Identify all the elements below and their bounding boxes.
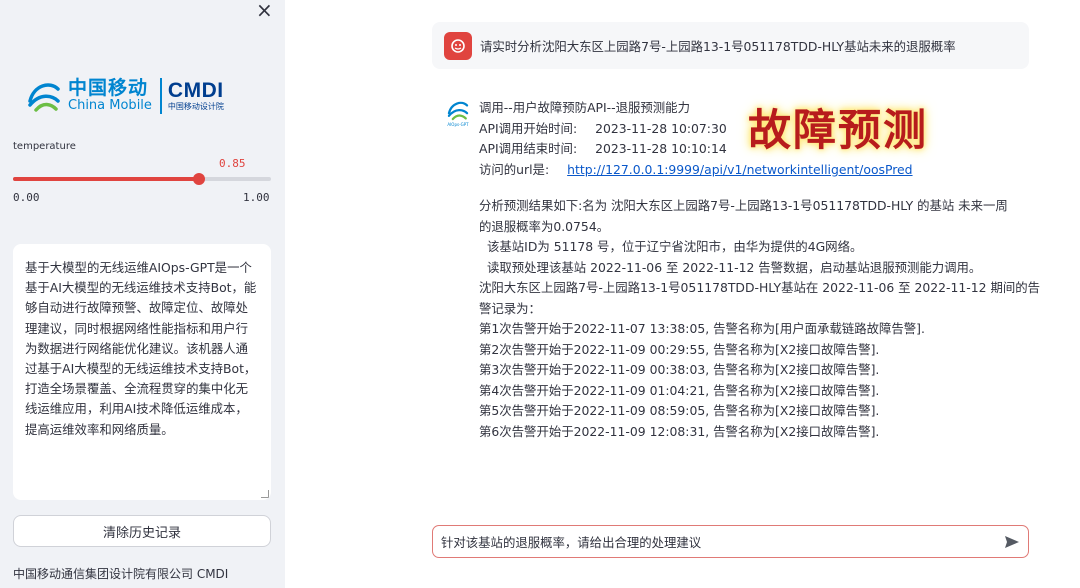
user-message-text: 请实时分析沈阳大东区上园路7号-上园路13-1号051178TDD-HLY基站未… [480, 38, 956, 54]
description-textarea[interactable]: 基于大模型的无线运维AIOps-GPT是一个基于AI大模型的无线运维技术支持Bo… [13, 244, 271, 500]
alarm-item: 第3次告警开始于2022-11-09 00:38:03, 告警名称为[X2接口故… [479, 362, 880, 377]
description-text: 基于大模型的无线运维AIOps-GPT是一个基于AI大模型的无线运维技术支持Bo… [25, 260, 257, 437]
bot-line-url: 访问的url是: http://127.0.0.1:9999/api/v1/net… [479, 160, 1039, 181]
clear-history-button[interactable]: 清除历史记录 [13, 515, 271, 547]
alarm-item: 第1次告警开始于2022-11-07 13:38:05, 告警名称为[用户面承载… [479, 321, 925, 336]
china-mobile-logo-icon [28, 83, 60, 112]
api-start-label: API调用开始时间: [479, 120, 578, 136]
logo-sub-text: 中国移动设计院 [167, 102, 224, 112]
temperature-slider-thumb[interactable] [193, 173, 206, 185]
bot-avatar-label: AIOps-GPT [447, 122, 469, 127]
api-end-label: API调用结束时间: [479, 141, 578, 156]
chat-input[interactable] [441, 534, 981, 549]
bot-line-site-info: 该基站ID为 51178 号，位于辽宁省沈阳市，由华为提供的4G网络。 [487, 239, 863, 254]
temperature-slider-fill [13, 177, 200, 181]
temperature-slider[interactable] [13, 173, 271, 185]
api-end-time: 2023-11-28 10:10:14 [595, 141, 727, 156]
fault-prediction-title: 故障预测 [748, 106, 928, 156]
bot-line-result2: 的退服概率为0.0754。 [479, 218, 610, 234]
bot-avatar-icon [447, 101, 469, 121]
alarm-item: 第5次告警开始于2022-11-09 08:59:05, 告警名称为[X2接口故… [479, 403, 880, 418]
api-url-link[interactable]: http://127.0.0.1:9999/api/v1/networkinte… [567, 162, 912, 177]
bot-line-read-info: 读取预处理该基站 2022-11-06 至 2022-11-12 告警数据，启动… [487, 259, 982, 275]
sidebar: × 中国移动 China Mobile CMDI 中国移动设计院 tempera… [0, 0, 285, 588]
temperature-value: 0.85 [219, 157, 246, 170]
temperature-max: 1.00 [243, 191, 270, 204]
logo-en-text: China Mobile [68, 97, 152, 113]
logo-divider [159, 78, 162, 114]
bot-line-alarm-intro2: 警记录为： [479, 300, 541, 316]
temperature-label: temperature [13, 141, 76, 152]
temperature-min: 0.00 [13, 191, 40, 204]
alarm-item: 第2次告警开始于2022-11-09 00:29:55, 告警名称为[X2接口故… [479, 341, 880, 357]
close-sidebar-icon[interactable]: × [256, 0, 273, 20]
logo-cmdi-text: CMDI [167, 79, 224, 103]
bot-line-alarm-intro1: 沈阳大东区上园路7号-上园路13-1号051178TDD-HLY基站在 2022… [479, 280, 1041, 295]
bot-avatar: AIOps-GPT [443, 99, 473, 129]
alarm-item: 第4次告警开始于2022-11-09 01:04:21, 告警名称为[X2接口故… [479, 382, 880, 398]
user-message: 请实时分析沈阳大东区上园路7号-上园路13-1号051178TDD-HLY基站未… [432, 22, 1029, 69]
footer-text: 中国移动通信集团设计院有限公司 CMDI [13, 567, 229, 581]
bot-line-result1: 分析预测结果如下:名为 沈阳大东区上园路7号-上园路13-1号051178TDD… [479, 198, 1008, 213]
chat-input-box[interactable] [432, 525, 1029, 558]
user-avatar-icon [444, 31, 472, 60]
logo-cn-text: 中国移动 [68, 76, 149, 99]
url-label: 访问的url是: [479, 161, 550, 177]
send-icon[interactable] [1004, 534, 1020, 550]
resize-grip-icon[interactable] [261, 490, 269, 498]
api-start-time: 2023-11-28 10:07:30 [595, 120, 727, 136]
alarm-item: 第6次告警开始于2022-11-09 12:08:31, 告警名称为[X2接口故… [479, 423, 880, 439]
china-mobile-cmdi-logo: 中国移动 China Mobile CMDI 中国移动设计院 [26, 72, 224, 120]
